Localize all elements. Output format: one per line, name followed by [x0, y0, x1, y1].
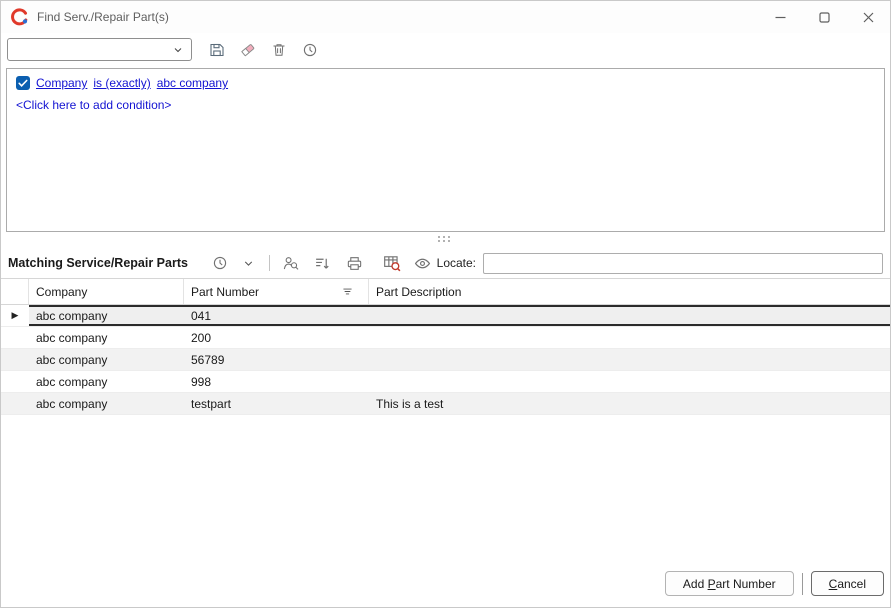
cell-part-description[interactable] — [369, 305, 890, 326]
results-title: Matching Service/Repair Parts — [8, 256, 188, 270]
chevron-down-icon — [242, 257, 255, 270]
footer: Add Part Number Cancel — [1, 571, 890, 607]
cell-part-number[interactable]: 998 — [184, 371, 369, 392]
locate-input[interactable] — [483, 253, 883, 274]
condition-operator-link[interactable]: is (exactly) — [93, 76, 150, 90]
cell-company[interactable]: abc company — [29, 371, 184, 392]
find-parts-dialog: Find Serv./Repair Part(s) — [0, 0, 891, 608]
minimize-button[interactable] — [758, 1, 802, 33]
filter-toolbar — [1, 33, 890, 65]
chevron-down-icon — [172, 44, 184, 56]
row-selector-header — [1, 279, 29, 304]
cell-company[interactable]: abc company — [29, 305, 184, 326]
table-row[interactable]: ▶ abc company 041 — [1, 305, 890, 327]
cell-company[interactable]: abc company — [29, 349, 184, 370]
locate-group: Locate: — [437, 253, 883, 274]
cancel-button[interactable]: Cancel — [811, 571, 884, 596]
splitter-handle[interactable] — [1, 232, 890, 248]
cell-part-number[interactable]: 200 — [184, 327, 369, 348]
saved-filter-combobox[interactable] — [7, 38, 192, 61]
titlebar-left: Find Serv./Repair Part(s) — [1, 8, 758, 26]
cell-part-description[interactable] — [369, 327, 890, 348]
filter-history-button[interactable] — [299, 39, 321, 61]
save-icon — [209, 42, 225, 58]
cell-part-number[interactable]: testpart — [184, 393, 369, 414]
locate-label: Locate: — [437, 256, 476, 270]
row-selector-cell[interactable]: ▶ — [1, 305, 29, 326]
lookup-grid-button[interactable] — [381, 252, 402, 274]
close-button[interactable] — [846, 1, 890, 33]
cell-company[interactable]: abc company — [29, 327, 184, 348]
cell-part-description[interactable]: This is a test — [369, 393, 890, 414]
table-row[interactable]: abc company 998 — [1, 371, 890, 393]
titlebar: Find Serv./Repair Part(s) — [1, 1, 890, 33]
cell-part-number[interactable]: 56789 — [184, 349, 369, 370]
add-part-number-button[interactable]: Add Part Number — [665, 571, 794, 596]
results-grid: Company Part Number Part Description ▶ a… — [1, 278, 890, 571]
find-contact-button[interactable] — [280, 252, 301, 274]
row-selector-cell[interactable] — [1, 349, 29, 370]
printer-icon — [346, 255, 363, 272]
splitter-grip-icon — [438, 236, 453, 244]
row-selector-cell[interactable] — [1, 327, 29, 348]
results-history-dropdown-button[interactable] — [238, 252, 259, 274]
cell-company[interactable]: abc company — [29, 393, 184, 414]
cell-part-description[interactable] — [369, 349, 890, 370]
sort-button[interactable] — [312, 252, 333, 274]
button-separator — [802, 573, 803, 595]
sort-indicator-icon — [341, 285, 354, 298]
condition-field-link[interactable]: Company — [36, 76, 87, 90]
toolbar-divider — [269, 255, 270, 271]
app-logo-icon — [11, 8, 29, 26]
cell-part-description[interactable] — [369, 371, 890, 392]
results-toolbar: Matching Service/Repair Parts — [1, 248, 890, 278]
eraser-icon — [240, 42, 256, 58]
trash-icon — [271, 42, 287, 58]
results-history-button[interactable] — [210, 252, 231, 274]
clock-icon — [212, 255, 228, 271]
caption-buttons — [758, 1, 890, 33]
clear-filter-button[interactable] — [237, 39, 259, 61]
condition-panel: Company is (exactly) abc company <Click … — [6, 68, 885, 232]
condition-row: Company is (exactly) abc company — [16, 76, 875, 90]
condition-value-link[interactable]: abc company — [157, 76, 228, 90]
column-header-part-number[interactable]: Part Number — [184, 279, 369, 304]
sort-icon — [314, 255, 331, 272]
clock-icon — [302, 42, 318, 58]
cell-part-number[interactable]: 041 — [184, 305, 369, 326]
column-header-part-description[interactable]: Part Description — [369, 279, 890, 304]
column-header-part-number-label: Part Number — [191, 285, 259, 299]
row-selector-cell[interactable] — [1, 393, 29, 414]
table-row[interactable]: abc company 200 — [1, 327, 890, 349]
condition-checkbox[interactable] — [16, 76, 30, 90]
table-row[interactable]: abc company 56789 — [1, 349, 890, 371]
maximize-button[interactable] — [802, 1, 846, 33]
lookup-grid-icon — [383, 254, 401, 272]
row-selector-cell[interactable] — [1, 371, 29, 392]
add-condition-link[interactable]: <Click here to add condition> — [16, 98, 875, 112]
table-row[interactable]: abc company testpart This is a test — [1, 393, 890, 415]
print-button[interactable] — [344, 252, 365, 274]
preview-button[interactable] — [412, 252, 433, 274]
grid-body: ▶ abc company 041 abc company 200 abc co… — [1, 305, 890, 571]
eye-icon — [414, 255, 431, 272]
save-filter-button[interactable] — [206, 39, 228, 61]
window-title: Find Serv./Repair Part(s) — [37, 10, 169, 24]
find-contact-icon — [282, 255, 299, 272]
delete-filter-button[interactable] — [268, 39, 290, 61]
grid-header: Company Part Number Part Description — [1, 278, 890, 305]
column-header-company[interactable]: Company — [29, 279, 184, 304]
